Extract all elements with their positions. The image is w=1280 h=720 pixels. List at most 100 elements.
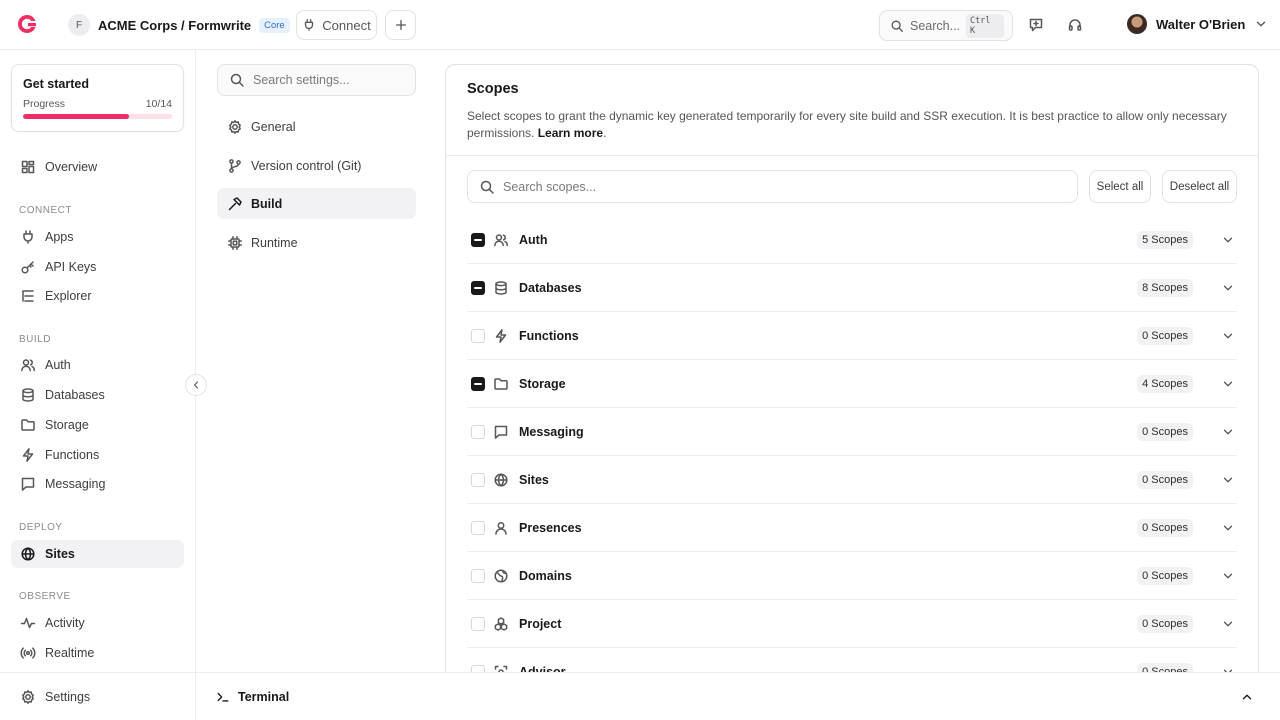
sidebar-item-api-keys[interactable]: API Keys	[11, 253, 184, 281]
shortcut-hint: Ctrl K	[966, 13, 1004, 38]
top-bar: F ACME Corps / Formwrite Core Connect Se…	[0, 0, 1280, 50]
sidebar-item-settings[interactable]: Settings	[11, 683, 184, 711]
scope-row-functions[interactable]: Functions 0 Scopes	[467, 312, 1237, 360]
sidebar-item-functions[interactable]: Functions	[11, 441, 184, 469]
scope-row-databases[interactable]: Databases 8 Scopes	[467, 264, 1237, 312]
sidebar-item-auth[interactable]: Auth	[11, 351, 184, 379]
sidebar-item-databases[interactable]: Databases	[11, 381, 184, 409]
divider	[446, 155, 1258, 156]
progress-fill	[23, 114, 130, 119]
scope-checkbox[interactable]	[471, 232, 485, 247]
sidebar-item-realtime[interactable]: Realtime	[11, 639, 184, 667]
sidebar-item-overview[interactable]: Overview	[11, 153, 184, 181]
scope-row-presences[interactable]: Presences 0 Scopes	[467, 504, 1237, 552]
activity-icon	[20, 615, 36, 631]
scope-checkbox[interactable]	[471, 376, 485, 391]
scope-checkbox[interactable]	[471, 616, 485, 631]
scope-row-storage[interactable]: Storage 4 Scopes	[467, 360, 1237, 408]
settings-search-input[interactable]: Search settings...	[217, 64, 416, 96]
scope-row-domains[interactable]: Domains 0 Scopes	[467, 552, 1237, 600]
chevron-down-icon[interactable]	[1221, 281, 1235, 295]
select-all-button[interactable]: Select all	[1089, 170, 1151, 203]
sidebar-item-label: API Keys	[45, 260, 97, 274]
chevron-up-icon[interactable]	[1240, 690, 1254, 704]
get-started-title: Get started	[23, 77, 89, 91]
scope-name: Auth	[519, 232, 548, 247]
sidebar-item-storage[interactable]: Storage	[11, 411, 184, 439]
org-switcher[interactable]: F ACME Corps / Formwrite Core	[68, 14, 312, 36]
chevron-down-icon[interactable]	[1221, 569, 1235, 583]
punctuation: .	[603, 126, 607, 140]
chat-icon	[493, 424, 509, 440]
scopes-description: Select scopes to grant the dynamic key g…	[467, 108, 1227, 142]
sidebar-item-label: Activity	[45, 616, 85, 630]
sidebar-item-apps[interactable]: Apps	[11, 223, 184, 251]
terminal-bar[interactable]: Terminal	[196, 672, 1280, 720]
sidebar-item-label: Explorer	[45, 289, 92, 303]
sidebar-item-label: Sites	[45, 547, 75, 561]
search-placeholder: Search...	[910, 18, 961, 33]
get-started-card[interactable]: Get started Progress 10/14	[11, 64, 184, 132]
scope-name: Messaging	[519, 424, 584, 439]
chevron-down-icon[interactable]	[1221, 425, 1235, 439]
subnav-item-runtime[interactable]: Runtime	[217, 227, 416, 258]
scope-row-sites[interactable]: Sites 0 Scopes	[467, 456, 1237, 504]
users-icon	[20, 357, 36, 373]
cubes-icon	[493, 616, 509, 632]
chevron-down-icon[interactable]	[1221, 473, 1235, 487]
deselect-all-button[interactable]: Deselect all	[1162, 170, 1237, 203]
chevron-down-icon[interactable]	[1221, 377, 1235, 391]
section-connect: CONNECT	[19, 205, 72, 216]
user-menu[interactable]: Walter O'Brien	[1127, 14, 1268, 34]
scope-search-input[interactable]: Search scopes...	[467, 170, 1078, 203]
progress-bar	[23, 114, 172, 119]
scope-row-project[interactable]: Project 0 Scopes	[467, 600, 1237, 648]
key-icon	[20, 259, 36, 275]
sidebar-item-sites[interactable]: Sites	[11, 540, 184, 568]
subnav-item-label: Version control (Git)	[251, 158, 362, 173]
headset-icon[interactable]	[1067, 17, 1083, 33]
chevron-down-icon[interactable]	[1221, 521, 1235, 535]
scope-count-badge: 5 Scopes	[1137, 230, 1193, 249]
scope-checkbox[interactable]	[471, 280, 485, 295]
sidebar-item-label: Functions	[45, 448, 100, 462]
scopes-card: Scopes Select scopes to grant the dynami…	[445, 64, 1259, 684]
scope-count-badge: 0 Scopes	[1137, 326, 1193, 345]
page-title: Scopes	[467, 81, 519, 97]
learn-more-link[interactable]: Learn more	[538, 126, 603, 140]
chevron-down-icon[interactable]	[1221, 617, 1235, 631]
chevron-left-icon	[190, 379, 202, 391]
add-button[interactable]	[385, 10, 416, 40]
scope-checkbox[interactable]	[471, 424, 485, 439]
subnav-item-version-control[interactable]: Version control (Git)	[217, 150, 416, 181]
scope-count-badge: 0 Scopes	[1137, 566, 1193, 585]
sidebar-item-activity[interactable]: Activity	[11, 609, 184, 637]
scope-count-badge: 0 Scopes	[1137, 614, 1193, 633]
connect-button[interactable]: Connect	[296, 10, 377, 40]
feedback-icon[interactable]	[1028, 17, 1044, 33]
sidebar: Get started Progress 10/14 Overview CONN…	[0, 50, 196, 720]
scope-row-auth[interactable]: Auth 5 Scopes	[467, 216, 1237, 264]
sidebar-item-messaging[interactable]: Messaging	[11, 470, 184, 498]
scope-count-badge: 0 Scopes	[1137, 422, 1193, 441]
scope-search-placeholder: Search scopes...	[503, 179, 597, 194]
appwrite-logo[interactable]	[16, 13, 38, 35]
scope-checkbox[interactable]	[471, 328, 485, 343]
sidebar-item-label: Storage	[45, 418, 89, 432]
user-name: Walter O'Brien	[1156, 16, 1246, 32]
subnav-item-build[interactable]: Build	[217, 188, 416, 219]
sidebar-item-explorer[interactable]: Explorer	[11, 282, 184, 310]
sidebar-item-label: Overview	[45, 160, 98, 174]
chevron-down-icon[interactable]	[1221, 233, 1235, 247]
globe-icon	[20, 546, 36, 562]
scope-checkbox[interactable]	[471, 520, 485, 535]
avatar	[1127, 14, 1147, 34]
chevron-down-icon[interactable]	[1221, 329, 1235, 343]
collapse-sidebar-button[interactable]	[185, 374, 207, 396]
subnav-item-label: General	[251, 119, 296, 134]
global-search[interactable]: Search... Ctrl K	[879, 10, 1013, 41]
subnav-item-general[interactable]: General	[217, 111, 416, 142]
scope-checkbox[interactable]	[471, 472, 485, 487]
scope-checkbox[interactable]	[471, 568, 485, 583]
scope-row-messaging[interactable]: Messaging 0 Scopes	[467, 408, 1237, 456]
